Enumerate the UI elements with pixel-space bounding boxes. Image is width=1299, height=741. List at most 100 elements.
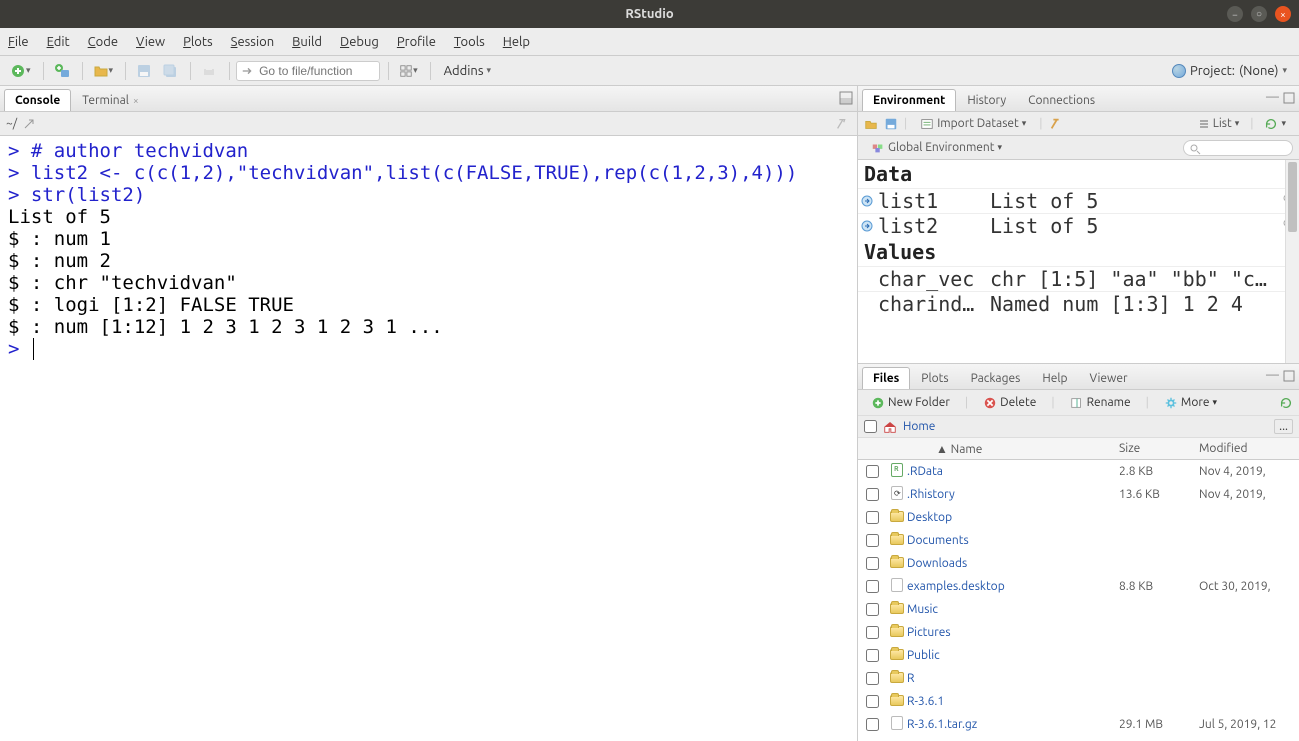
refresh-env-button[interactable]: ▾ xyxy=(1257,115,1293,133)
env-scope-dropdown[interactable]: Global Environment ▾ xyxy=(864,139,1009,157)
file-name[interactable]: R-3.6.1.tar.gz xyxy=(907,718,1119,731)
addins-dropdown[interactable]: Addins ▾ xyxy=(437,62,498,80)
tab-files[interactable]: Files xyxy=(862,367,910,389)
refresh-files-icon[interactable] xyxy=(1279,396,1293,410)
tab-terminal[interactable]: Terminal× xyxy=(71,89,149,111)
console-output[interactable]: > # author techvidvan> list2 <- c(c(1,2)… xyxy=(0,136,857,741)
file-name[interactable]: examples.desktop xyxy=(907,580,1119,593)
file-row[interactable]: R-3.6.1 xyxy=(858,690,1299,713)
path-ellipsis-button[interactable]: ... xyxy=(1274,419,1293,434)
file-checkbox[interactable] xyxy=(866,718,879,731)
file-checkbox[interactable] xyxy=(866,672,879,685)
env-view-mode[interactable]: List ▾ xyxy=(1191,115,1246,132)
file-checkbox[interactable] xyxy=(866,465,879,478)
save-workspace-icon[interactable] xyxy=(884,117,898,131)
close-icon[interactable]: × xyxy=(133,95,139,106)
menu-plots[interactable]: Plots xyxy=(183,35,213,49)
env-row[interactable]: charind…Named num [1:3] 1 2 4 xyxy=(858,291,1299,316)
pane-maximize-icon[interactable] xyxy=(1283,368,1295,382)
window-maximize-button[interactable]: ○ xyxy=(1251,6,1267,22)
open-file-button[interactable]: ▾ xyxy=(89,61,118,81)
menu-tools[interactable]: Tools xyxy=(454,35,485,49)
grid-view-button[interactable]: ▾ xyxy=(395,62,422,80)
col-size[interactable]: Size xyxy=(1119,442,1199,455)
load-workspace-icon[interactable] xyxy=(864,117,878,131)
window-minimize-button[interactable]: − xyxy=(1227,6,1243,22)
tab-history[interactable]: History xyxy=(956,89,1017,111)
tab-console[interactable]: Console xyxy=(4,89,71,111)
file-checkbox[interactable] xyxy=(866,580,879,593)
menu-build[interactable]: Build xyxy=(292,35,322,49)
console-path-popout-icon[interactable] xyxy=(23,117,35,130)
menu-code[interactable]: Code xyxy=(88,35,118,49)
tab-viewer[interactable]: Viewer xyxy=(1078,367,1138,389)
env-scrollbar[interactable] xyxy=(1285,160,1299,363)
file-checkbox[interactable] xyxy=(866,488,879,501)
menu-file[interactable]: File xyxy=(8,35,29,49)
file-row[interactable]: Desktop xyxy=(858,506,1299,529)
clear-env-icon[interactable] xyxy=(1049,117,1063,131)
pane-minimize-icon[interactable]: — xyxy=(1266,90,1279,104)
file-name[interactable]: R-3.6.1 xyxy=(907,695,1119,708)
env-row[interactable]: list1List of 5 xyxy=(858,188,1299,213)
import-dataset-dropdown[interactable]: Import Dataset ▾ xyxy=(913,115,1033,133)
file-name[interactable]: Desktop xyxy=(907,511,1119,524)
file-checkbox[interactable] xyxy=(866,557,879,570)
menu-profile[interactable]: Profile xyxy=(397,35,436,49)
file-row[interactable]: Public xyxy=(858,644,1299,667)
clear-console-icon[interactable] xyxy=(835,117,849,131)
rename-button[interactable]: Rename xyxy=(1063,394,1138,412)
file-checkbox[interactable] xyxy=(866,534,879,547)
expand-icon[interactable] xyxy=(858,214,876,238)
delete-button[interactable]: Delete xyxy=(976,394,1043,412)
save-button[interactable] xyxy=(132,61,156,81)
file-row[interactable]: examples.desktop8.8 KBOct 30, 2019, xyxy=(858,575,1299,598)
project-selector[interactable]: Project: (None) ▾ xyxy=(1166,64,1293,78)
file-row[interactable]: Music xyxy=(858,598,1299,621)
save-all-button[interactable] xyxy=(158,61,182,81)
file-name[interactable]: R xyxy=(907,672,1119,685)
tab-connections[interactable]: Connections xyxy=(1017,89,1106,111)
col-name[interactable]: ▲ Name xyxy=(886,442,1119,456)
menu-help[interactable]: Help xyxy=(503,35,530,49)
tab-packages[interactable]: Packages xyxy=(960,367,1032,389)
file-name[interactable]: Public xyxy=(907,649,1119,662)
file-checkbox[interactable] xyxy=(866,511,879,524)
tab-plots[interactable]: Plots xyxy=(910,367,959,389)
file-row[interactable]: Downloads xyxy=(858,552,1299,575)
file-row[interactable]: R-3.6.1.tar.gz29.1 MBJul 5, 2019, 12 xyxy=(858,713,1299,736)
file-row[interactable]: Pictures xyxy=(858,621,1299,644)
home-icon[interactable] xyxy=(883,420,897,434)
file-name[interactable]: Documents xyxy=(907,534,1119,547)
file-row[interactable]: Documents xyxy=(858,529,1299,552)
env-row[interactable]: char_vecchr [1:5] "aa" "bb" "c… xyxy=(858,266,1299,291)
new-project-button[interactable] xyxy=(50,61,74,81)
env-row[interactable]: list2List of 5 xyxy=(858,213,1299,238)
expand-icon[interactable] xyxy=(858,189,876,213)
window-close-button[interactable]: × xyxy=(1275,6,1291,22)
file-name[interactable]: Downloads xyxy=(907,557,1119,570)
file-checkbox[interactable] xyxy=(866,626,879,639)
file-row[interactable]: R.RData2.8 KBNov 4, 2019, xyxy=(858,460,1299,483)
file-row[interactable]: ⟳.Rhistory13.6 KBNov 4, 2019, xyxy=(858,483,1299,506)
file-checkbox[interactable] xyxy=(866,649,879,662)
tab-environment[interactable]: Environment xyxy=(862,89,956,111)
new-file-button[interactable]: ▾ xyxy=(6,61,35,81)
file-name[interactable]: .RData xyxy=(907,465,1119,478)
goto-input[interactable] xyxy=(255,64,375,78)
breadcrumb-home[interactable]: Home xyxy=(903,420,935,433)
file-name[interactable]: .Rhistory xyxy=(907,488,1119,501)
file-checkbox[interactable] xyxy=(866,695,879,708)
col-modified[interactable]: Modified xyxy=(1199,442,1299,455)
file-checkbox[interactable] xyxy=(866,603,879,616)
file-row[interactable]: R xyxy=(858,667,1299,690)
file-name[interactable]: Music xyxy=(907,603,1119,616)
pane-minimize-icon[interactable]: — xyxy=(1266,368,1279,382)
menu-edit[interactable]: Edit xyxy=(47,35,70,49)
new-folder-button[interactable]: New Folder xyxy=(864,394,957,412)
pane-maximize-icon[interactable] xyxy=(1283,90,1295,104)
select-all-checkbox[interactable] xyxy=(864,420,877,433)
file-name[interactable]: Pictures xyxy=(907,626,1119,639)
menu-debug[interactable]: Debug xyxy=(340,35,379,49)
tab-help[interactable]: Help xyxy=(1031,367,1078,389)
